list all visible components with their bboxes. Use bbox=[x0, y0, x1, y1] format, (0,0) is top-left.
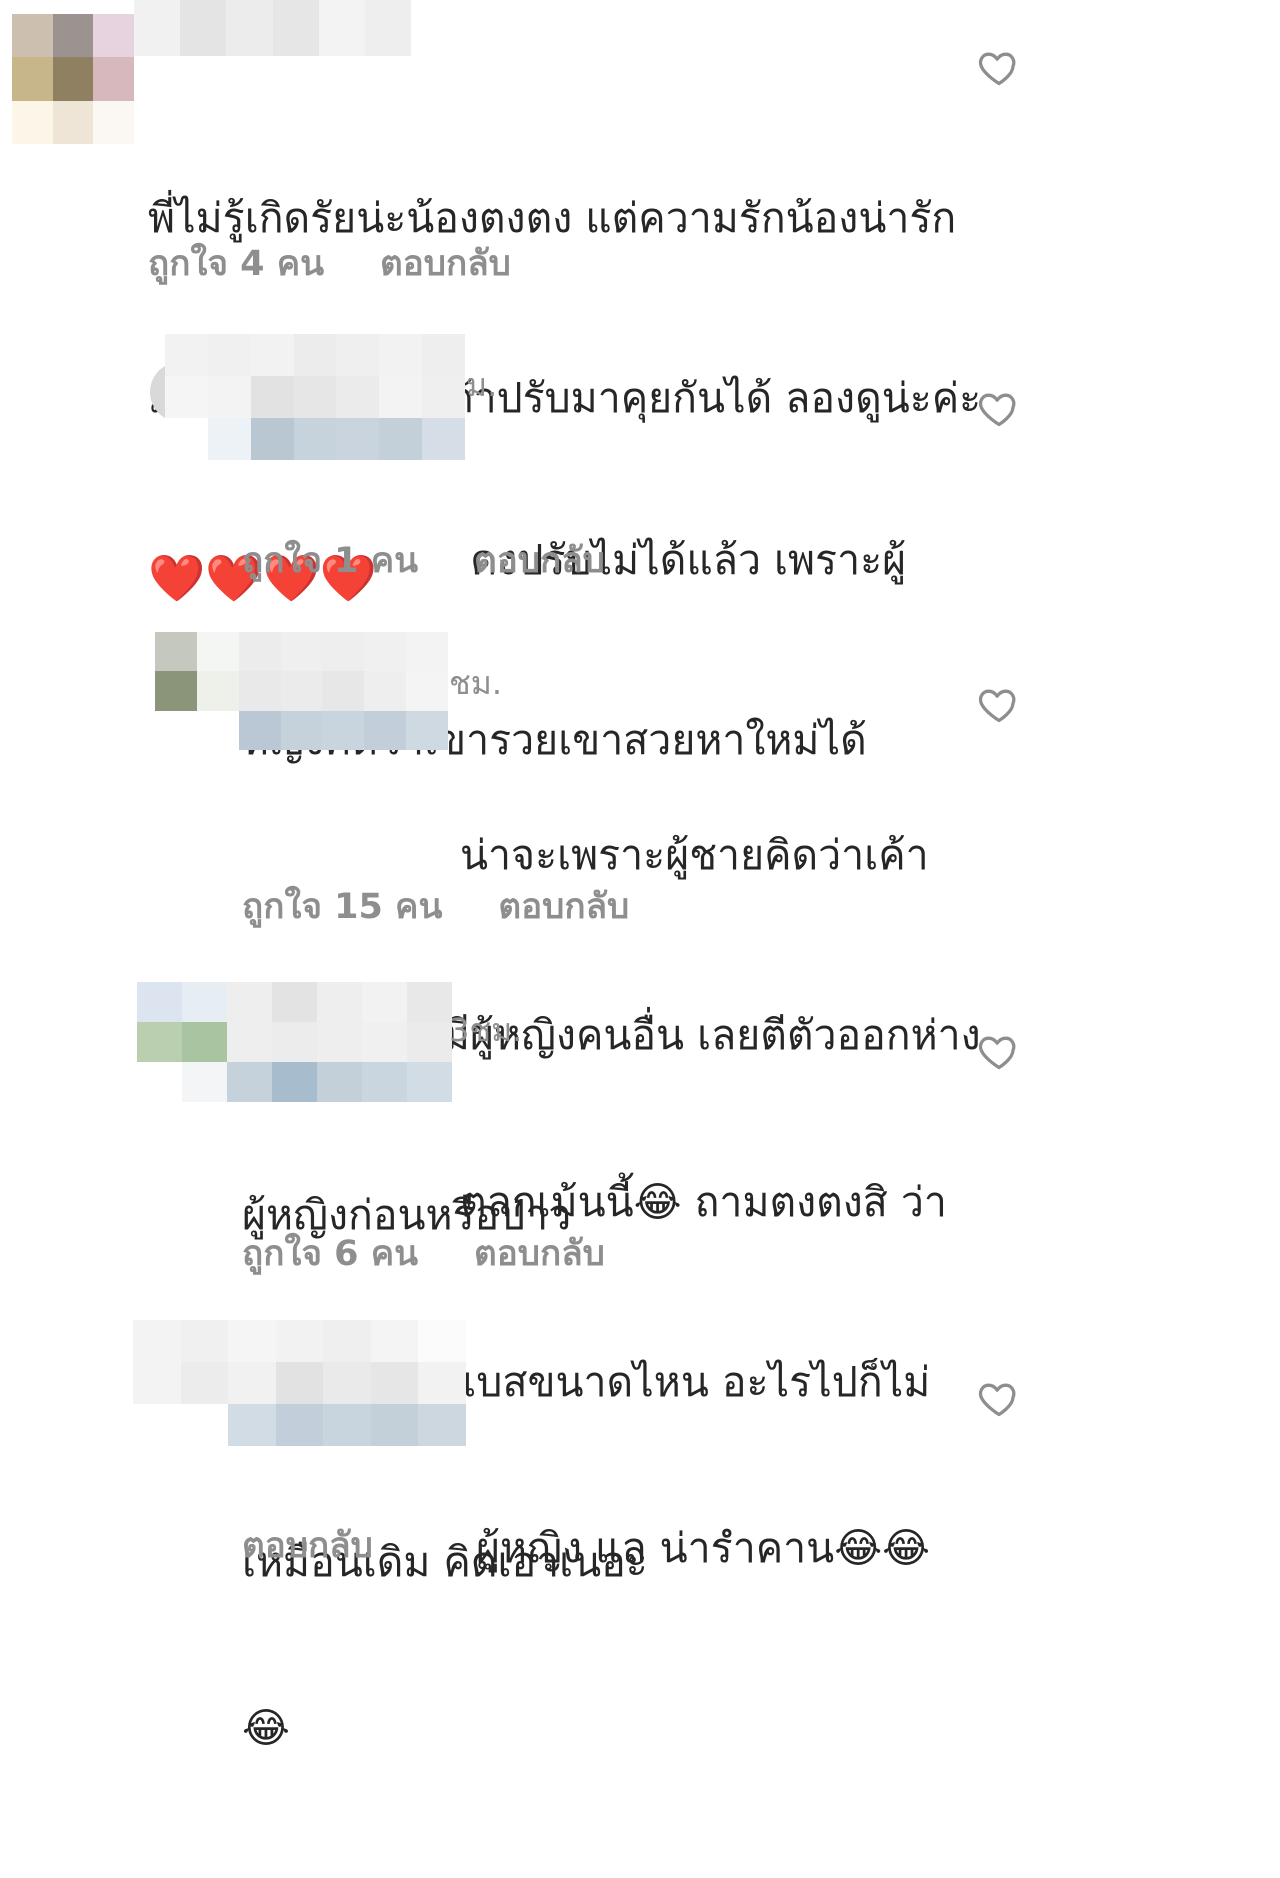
comment-text: ผู้หญิง แล น่ารำคาน😂😂 😂 bbox=[242, 1524, 931, 1752]
comment-time: ชม. bbox=[449, 664, 502, 702]
comment-meta: ถูกใจ 6 คน ตอบกลับ bbox=[242, 1226, 605, 1281]
reply-button[interactable]: ตอบกลับ bbox=[474, 533, 605, 588]
comment-meta: ถูกใจ 15 คน ตอบกลับ bbox=[242, 879, 629, 934]
likes-count[interactable]: ถูกใจ 1 คน bbox=[242, 533, 418, 588]
heart-outline-icon[interactable] bbox=[977, 1029, 1021, 1073]
heart-outline-icon[interactable] bbox=[977, 1376, 1021, 1420]
likes-count[interactable]: ถูกใจ 4 คน bbox=[148, 236, 324, 291]
comment-meta: ถูกใจ 4 คน ตอบกลับ bbox=[148, 236, 511, 291]
reply-button[interactable]: ตอบกลับ bbox=[474, 1226, 605, 1281]
heart-outline-icon[interactable] bbox=[977, 682, 1021, 726]
likes-count[interactable]: ถูกใจ 6 คน bbox=[242, 1226, 418, 1281]
comment-meta: ถูกใจ 1 คน ตอบกลับ bbox=[242, 533, 605, 588]
reply-button[interactable]: ตอบกลับ bbox=[498, 879, 629, 934]
avatar-pixelated[interactable] bbox=[12, 14, 134, 144]
reply-button[interactable]: ตอบกลับ bbox=[242, 1518, 373, 1573]
reply-button[interactable]: ตอบกลับ bbox=[380, 236, 511, 291]
heart-outline-icon[interactable] bbox=[977, 386, 1021, 430]
likes-count[interactable]: ถูกใจ 15 คน bbox=[242, 879, 442, 934]
heart-outline-icon[interactable] bbox=[977, 45, 1021, 89]
comment-time: ม. bbox=[466, 366, 498, 404]
comment-meta: ตอบกลับ bbox=[242, 1518, 373, 1573]
username-pixelated[interactable] bbox=[134, 0, 411, 56]
comment-time: 3ชม. bbox=[449, 1011, 523, 1049]
